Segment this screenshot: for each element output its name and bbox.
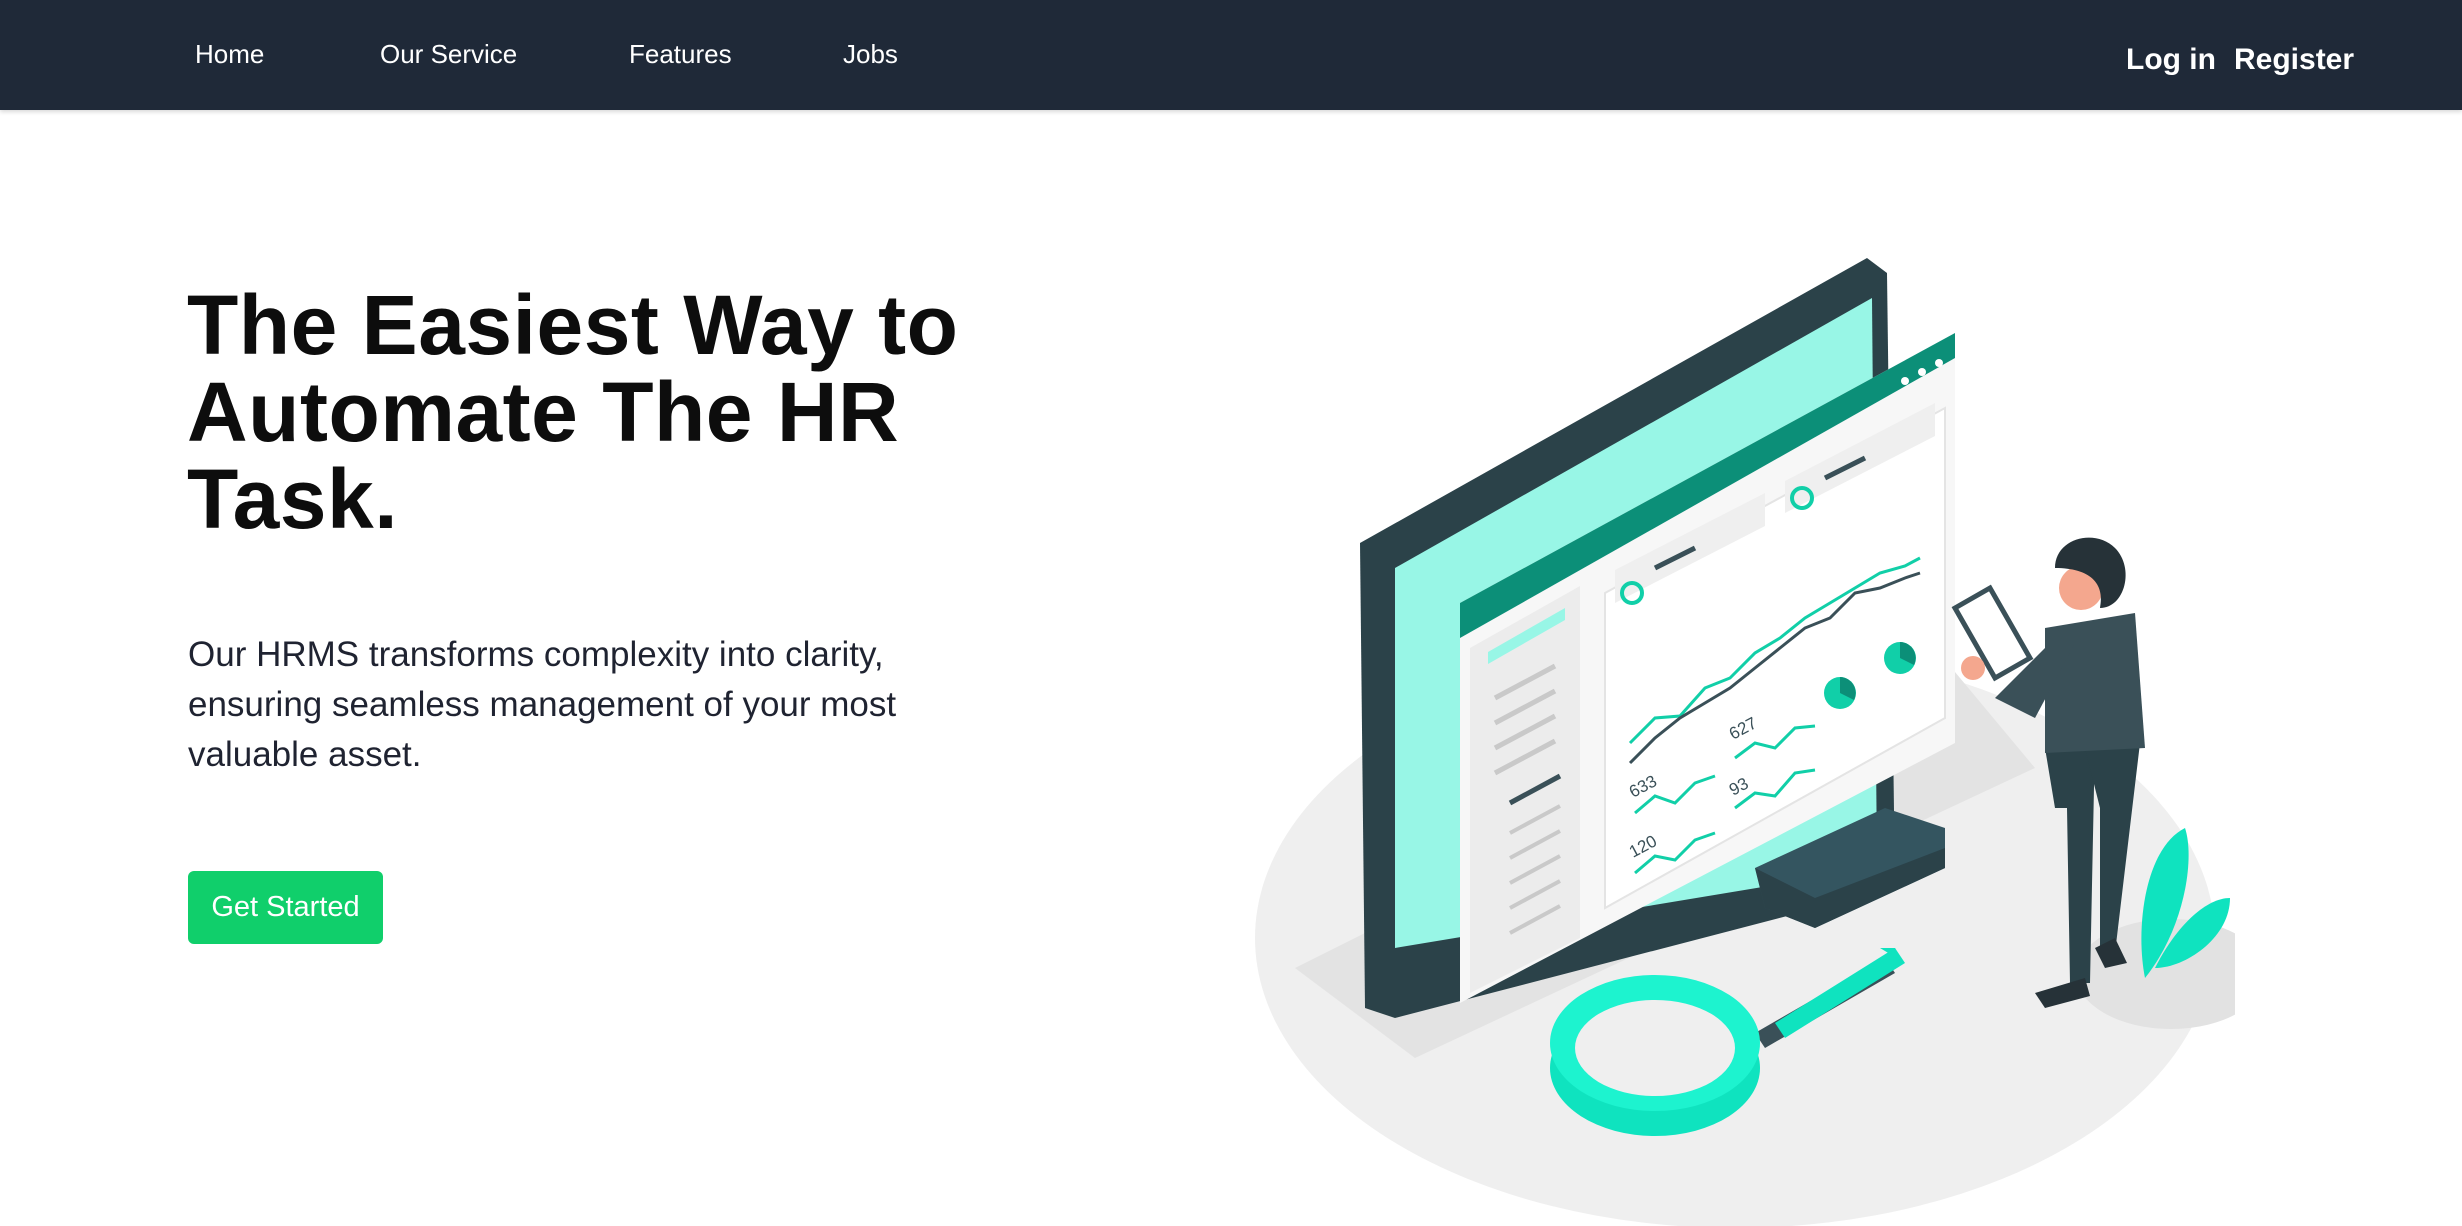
hero-description: Our HRMS transforms complexity into clar… bbox=[188, 635, 897, 774]
top-navbar: Home Our Service Features Jobs Log in Re… bbox=[0, 0, 2462, 110]
hr-dashboard-illustration: 627 633 93 120 bbox=[1255, 258, 2235, 1226]
nav-link-home[interactable]: Home bbox=[195, 36, 264, 72]
get-started-button[interactable]: Get Started bbox=[188, 871, 383, 944]
login-link[interactable]: Log in bbox=[2126, 40, 2216, 80]
hero-title: The Easiest Way to Automate The HR Task. bbox=[187, 278, 959, 546]
register-link[interactable]: Register bbox=[2234, 40, 2354, 80]
nav-link-our-service[interactable]: Our Service bbox=[380, 36, 517, 72]
nav-link-jobs[interactable]: Jobs bbox=[843, 36, 898, 72]
nav-link-features[interactable]: Features bbox=[629, 36, 732, 72]
